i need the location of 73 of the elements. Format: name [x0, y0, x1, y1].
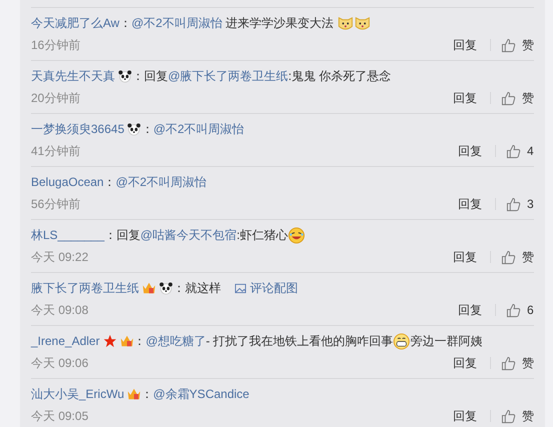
mention-link[interactable]: @想吃糖了	[146, 332, 206, 350]
user-name-link[interactable]: 林LS_______	[31, 226, 104, 244]
mention-link[interactable]: @不2不叫周淑怡	[153, 120, 244, 138]
mention-link[interactable]: @腋下长了两卷卫生纸	[168, 68, 288, 84]
comment-text: ：	[119, 14, 132, 32]
reply-link[interactable]: 回复	[453, 248, 477, 266]
panda-icon	[127, 122, 142, 136]
crown-icon	[127, 387, 142, 401]
reply-link[interactable]: 回复	[458, 142, 482, 160]
user-name-link[interactable]: 今天减肥了么Aw	[31, 14, 120, 32]
comment-time: 16分钟前	[31, 36, 80, 54]
comment-text: ：	[141, 120, 154, 138]
comment-image-link[interactable]: 评论配图	[235, 280, 298, 296]
crown-icon	[120, 334, 134, 348]
comment-text: 进来学学沙果变大法	[224, 14, 335, 32]
comment-text: ：	[104, 174, 116, 190]
user-name-link[interactable]: 汕大小吴_EricWu	[31, 386, 124, 402]
reply-link[interactable]: 回复	[453, 36, 477, 54]
comment-text: ：	[141, 386, 154, 402]
comment-text: ：回复	[104, 226, 140, 244]
comment-text: ：回复	[132, 68, 168, 84]
comment-text: ：	[134, 332, 146, 350]
user-name-link[interactable]: 腋下长了两卷卫生纸	[31, 280, 139, 296]
thumbs-up-icon	[501, 38, 516, 52]
thumbs-up-icon	[506, 196, 521, 212]
mention-link[interactable]: @不2不叫周淑怡	[131, 14, 222, 32]
panda-icon	[159, 281, 173, 295]
comment-time: 今天 09:08	[31, 302, 88, 318]
reply-link[interactable]: 回复	[453, 90, 477, 106]
reply-link[interactable]: 回复	[458, 196, 482, 212]
thumbs-up-icon	[501, 90, 516, 106]
star-icon	[102, 334, 117, 348]
comment-text: - 打扰了我在地铁上看他的胸咋回事	[206, 332, 394, 350]
user-name-link[interactable]: 一梦换须臾36645	[31, 120, 124, 138]
reply-link[interactable]: 回复	[458, 302, 482, 318]
comment-time: 今天 09:05	[31, 408, 88, 424]
thumbs-up-icon	[506, 144, 521, 158]
thumbs-up-icon	[506, 302, 521, 318]
like-button[interactable]: 赞	[501, 36, 534, 54]
comment-text: 旁边一群阿姨	[410, 332, 482, 350]
comment-text: ：就这样	[173, 280, 221, 296]
comment-time: 56分钟前	[31, 196, 80, 212]
comment-time: 今天 09:22	[31, 248, 88, 266]
comment-time: 41分钟前	[31, 142, 80, 160]
mention-link[interactable]: @咕酱今天不包宿	[140, 226, 237, 244]
like-button[interactable]: 赞	[501, 90, 534, 106]
thumbs-up-icon	[501, 250, 516, 264]
reply-link[interactable]: 回复	[453, 354, 477, 372]
like-button[interactable]: 4	[506, 144, 534, 158]
thumbs-up-icon	[501, 408, 516, 424]
mention-link[interactable]: @余霜YSCandice	[153, 386, 250, 402]
panda-icon	[118, 69, 132, 83]
comment-text: :虾仁猪心	[236, 226, 288, 244]
comment-time: 今天 09:06	[31, 354, 88, 372]
like-button[interactable]: 3	[506, 196, 534, 212]
like-button[interactable]: 赞	[501, 408, 534, 424]
like-button[interactable]: 赞	[501, 248, 534, 266]
reply-link[interactable]: 回复	[453, 408, 477, 424]
user-name-link[interactable]: 天真先生不天真	[31, 68, 115, 84]
laughing-emoji-icon	[288, 226, 305, 244]
crown-icon	[142, 281, 156, 295]
like-button[interactable]: 6	[506, 302, 534, 318]
mention-link[interactable]: @不2不叫周淑怡	[116, 174, 207, 190]
user-name-link[interactable]: BelugaOcean	[31, 175, 104, 189]
comment-time: 20分钟前	[31, 90, 80, 106]
grinning-emoji-icon	[393, 332, 410, 350]
cat-emoji-icon	[336, 14, 354, 32]
image-icon	[235, 282, 246, 294]
user-name-link[interactable]: _Irene_Adler	[31, 334, 100, 348]
thumbs-up-icon	[501, 356, 516, 370]
cat-emoji-icon	[354, 14, 371, 32]
comment-text: :鬼鬼 你杀死了悬念	[288, 68, 391, 84]
like-button[interactable]: 赞	[501, 354, 534, 372]
